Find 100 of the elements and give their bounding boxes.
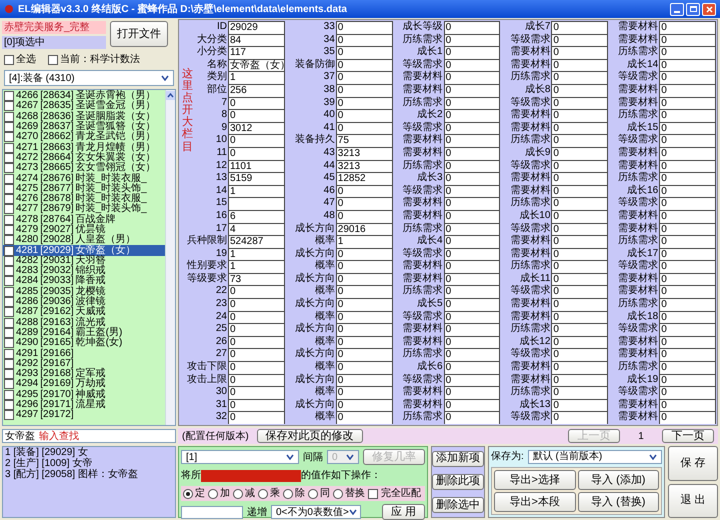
field-input[interactable]: 0	[659, 58, 716, 72]
field-input[interactable]: 0	[659, 222, 716, 236]
field-input[interactable]: 0	[336, 109, 393, 122]
field-input[interactable]: 0	[228, 285, 285, 298]
field-input[interactable]: 0	[551, 58, 608, 72]
field-input[interactable]: 0	[336, 374, 393, 386]
field-input[interactable]: 0	[336, 272, 393, 286]
checkbox[interactable]	[4, 390, 14, 400]
checkbox[interactable]	[4, 328, 14, 338]
field-input[interactable]: 0	[444, 386, 500, 399]
field-input[interactable]: 0	[444, 172, 500, 185]
field-input[interactable]: 0	[444, 398, 500, 412]
field-input[interactable]: 0	[551, 222, 608, 236]
checkbox[interactable]	[4, 246, 14, 256]
field-input[interactable]: 1	[228, 71, 285, 84]
import-export-button[interactable]: 导出>本段	[494, 492, 576, 512]
field-input[interactable]: 0	[551, 411, 608, 424]
checkbox[interactable]	[4, 348, 14, 359]
field-input[interactable]: 0	[444, 374, 500, 386]
field-input[interactable]: 0	[551, 71, 608, 84]
next-page-button[interactable]: 下一页	[662, 429, 714, 443]
field-input[interactable]: 0	[444, 109, 500, 122]
list-item[interactable]: 4277 [28679] 时装_时装头饰_	[3, 204, 165, 215]
list-item[interactable]: 4272 [28664] 玄女朱翼裳（女）	[3, 152, 165, 164]
field-input[interactable]: 0	[444, 160, 500, 172]
field-input[interactable]: 0	[444, 411, 500, 424]
open-file-button[interactable]: 打开文件	[110, 21, 168, 47]
field-input[interactable]: 0	[551, 285, 608, 298]
field-input[interactable]: 0	[228, 146, 285, 160]
field-input[interactable]: 0	[444, 361, 500, 374]
list-item[interactable]: 4294 [29169] 万劫戒	[3, 379, 165, 390]
save-page-button[interactable]: 保存对此页的修改	[256, 429, 363, 443]
checkbox[interactable]	[4, 410, 14, 420]
list-item[interactable]: 4288 [29163] 流光戒	[3, 318, 165, 328]
field-input[interactable]: 0	[444, 235, 500, 248]
list-item[interactable]: 4268 [28636] 圣诞胭脂裳（女）	[3, 112, 165, 122]
field-input[interactable]: 0	[444, 71, 500, 84]
field-input[interactable]: 0	[659, 172, 716, 185]
field-input[interactable]: 0	[659, 122, 716, 134]
field-input[interactable]: 0	[336, 386, 393, 399]
list-item[interactable]: 4267 [28635] 圣诞雪金冠（男）	[3, 101, 165, 112]
field-input[interactable]: 0	[228, 398, 285, 412]
field-input[interactable]: 女帝盔（女）	[228, 58, 285, 72]
field-input[interactable]	[228, 197, 285, 210]
field-input[interactable]: 0	[444, 21, 500, 34]
field-input[interactable]: 0	[336, 122, 393, 134]
category-dropdown[interactable]: [4]:装备 (4310)	[4, 70, 174, 86]
checkbox[interactable]	[4, 112, 14, 122]
field-input[interactable]: 0	[444, 46, 500, 59]
field-input[interactable]: 0	[336, 336, 393, 348]
field-input[interactable]: 0	[444, 134, 500, 147]
checkbox[interactable]	[4, 91, 14, 102]
field-input[interactable]: 0	[659, 71, 716, 84]
field-input[interactable]: 0	[336, 71, 393, 84]
field-input[interactable]: 0	[228, 361, 285, 374]
minimize-button[interactable]	[670, 2, 684, 16]
field-input[interactable]: 0	[551, 398, 608, 412]
list-item[interactable]: 4273 [28665] 玄女雪翎冠（女）	[3, 163, 165, 174]
field-input[interactable]: 0	[659, 398, 716, 412]
field-input[interactable]: 0	[444, 298, 500, 311]
checkbox[interactable]	[4, 318, 14, 328]
field-input[interactable]: 524287	[228, 235, 285, 248]
field-input[interactable]: 0	[336, 348, 393, 362]
field-input[interactable]: 0	[659, 386, 716, 399]
search-field[interactable]: 女帝盔 输入查找	[2, 429, 176, 443]
field-input[interactable]: 0	[551, 374, 608, 386]
field-input[interactable]: 0	[336, 197, 393, 210]
field-input[interactable]: 0	[551, 323, 608, 336]
field-input[interactable]: 0	[659, 84, 716, 97]
field-input[interactable]: 0	[444, 336, 500, 348]
list-item[interactable]: 4266 [28634] 圣诞赤霄袍（男）	[3, 91, 165, 102]
field-input[interactable]: 0	[444, 310, 500, 324]
field-input[interactable]: 0	[336, 260, 393, 273]
field-input[interactable]: 0	[336, 248, 393, 260]
field-input[interactable]: 0	[444, 184, 500, 198]
field-input[interactable]: 3213	[336, 146, 393, 160]
field-input[interactable]: 0	[444, 222, 500, 236]
field-input[interactable]: 0	[228, 96, 285, 110]
field-input[interactable]: 0	[336, 361, 393, 374]
checkbox[interactable]	[368, 488, 378, 498]
field-input[interactable]: 0	[444, 197, 500, 210]
field-input[interactable]: 1	[228, 184, 285, 198]
list-item[interactable]: 4279 [29027] 优昙镜	[3, 224, 165, 236]
checkbox[interactable]	[4, 184, 14, 194]
field-input[interactable]: 0	[659, 160, 716, 172]
field-input[interactable]: 0	[444, 272, 500, 286]
checkbox[interactable]	[4, 225, 14, 235]
field-input[interactable]: 0	[336, 210, 393, 222]
field-input[interactable]: 0	[659, 323, 716, 336]
field-input[interactable]: 0	[551, 336, 608, 348]
import-export-button[interactable]: 导入 (替换)	[578, 492, 659, 512]
list-item[interactable]: 4271 [28663] 青龙月煌帻（男）	[3, 142, 165, 153]
list-item[interactable]: 4290 [29165] 乾坤盔(女)	[3, 338, 165, 348]
field-input[interactable]: 6	[228, 210, 285, 222]
field-input[interactable]: 0	[551, 197, 608, 210]
field-input[interactable]: 0	[444, 84, 500, 97]
import-export-button[interactable]: 导入 (添加)	[578, 470, 659, 490]
list-item[interactable]: 4270 [28662] 青龙圣武铠（男）	[3, 132, 165, 142]
increment-dropdown[interactable]: 0<不为0表数值>	[271, 505, 361, 519]
field-input[interactable]: 84	[228, 34, 285, 46]
